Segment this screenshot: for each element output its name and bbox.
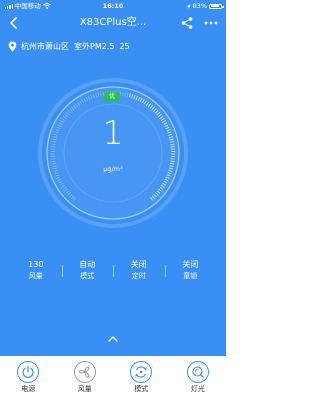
- location-pin-icon: [8, 41, 17, 51]
- control-label: 风量: [77, 385, 92, 393]
- more-icon[interactable]: [203, 16, 219, 30]
- light-icon: [192, 366, 204, 378]
- fan-speed-button[interactable]: 风量: [57, 356, 114, 400]
- stat-fan-speed: 130 风量: [10, 259, 62, 285]
- power-button-circle: [17, 361, 40, 383]
- location-row: 杭州市萧山区 室外PM2.5 25: [8, 39, 130, 53]
- control-label: 模式: [134, 385, 149, 393]
- mode-button[interactable]: 模式: [113, 356, 170, 400]
- stat-value: 关闭: [182, 260, 199, 269]
- stat-label: 风量: [28, 272, 43, 280]
- pm25-value: 1: [102, 113, 124, 152]
- mode-button-circle: [130, 361, 153, 383]
- battery-percent: 83%: [192, 2, 207, 10]
- stat-value: 130: [28, 260, 44, 269]
- stat-child-lock: 关闭 童锁: [164, 259, 217, 285]
- control-bar: 电源 风量 模式 灯光: [0, 356, 226, 400]
- air-quality-badge: 优: [104, 92, 120, 101]
- back-icon[interactable]: [6, 15, 22, 31]
- power-button[interactable]: 电源: [0, 356, 57, 400]
- device-screen: 中国移动 16:10 83% X83CPlus空... 杭州市萧山区 室外PM2…: [0, 0, 226, 400]
- battery-fill: [210, 5, 220, 7]
- location-city: 杭州市萧山区: [21, 41, 69, 51]
- stat-label: 定时: [131, 272, 146, 280]
- pm25-unit: μg/m³: [103, 165, 123, 173]
- outdoor-pm25-value: 25: [119, 41, 130, 51]
- location-arrow-icon: [185, 3, 191, 9]
- battery-icon: [209, 3, 224, 9]
- fan-icon: [78, 366, 90, 378]
- mode-icon: [135, 366, 147, 378]
- gauge-tick: [51, 160, 56, 163]
- light-button-circle: [186, 361, 209, 383]
- stat-label: 模式: [80, 272, 95, 280]
- stat-label: 童锁: [183, 272, 198, 280]
- fan-button-circle: [73, 361, 96, 383]
- stat-value: 关闭: [130, 260, 147, 269]
- stats-row: 130 风量 自动 模式 关闭 定时 关闭 童锁: [10, 259, 216, 285]
- status-right: 83%: [185, 0, 224, 12]
- control-label: 电源: [21, 385, 36, 393]
- chevron-up-icon[interactable]: [105, 334, 121, 344]
- stat-mode: 自动 模式: [61, 259, 114, 285]
- stat-timer: 关闭 定时: [113, 259, 165, 285]
- status-bar: 中国移动 16:10 83%: [0, 0, 226, 12]
- nav-bar: X83CPlus空...: [0, 12, 226, 34]
- control-label: 灯光: [190, 385, 205, 393]
- power-icon: [22, 365, 34, 378]
- light-button[interactable]: 灯光: [170, 356, 227, 400]
- gauge-tick: [170, 160, 175, 163]
- outdoor-pm25-label: 室外PM2.5: [74, 41, 115, 51]
- stat-value: 自动: [79, 260, 96, 269]
- share-icon[interactable]: [180, 16, 194, 30]
- page-title: X83CPlus空...: [79, 17, 147, 28]
